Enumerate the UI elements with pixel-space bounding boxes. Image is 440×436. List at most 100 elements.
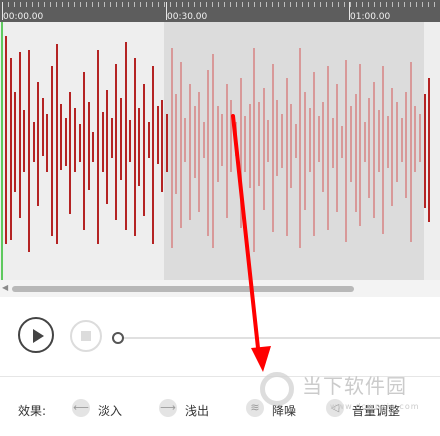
timeline-minor-tick	[98, 2, 99, 7]
waveform-bar	[331, 118, 334, 168]
waveform-bar	[64, 118, 67, 166]
timeline-minor-tick	[290, 2, 291, 7]
timeline-minor-tick	[116, 2, 117, 7]
timeline-minor-tick	[164, 2, 165, 7]
scroll-thumb[interactable]	[12, 286, 354, 292]
watermark-logo-icon	[260, 372, 294, 406]
timeline-ruler[interactable]: 00:00.00 00:30.00 01:00.00	[0, 0, 440, 22]
waveform-bar	[207, 70, 210, 236]
waveform-bar	[23, 110, 26, 172]
arrow-left-icon: ⟵	[72, 399, 90, 417]
waveform-bar	[253, 48, 256, 252]
timeline-minor-tick	[410, 2, 411, 7]
timeline-minor-tick	[176, 2, 177, 7]
timeline-minor-tick	[434, 2, 435, 7]
playhead[interactable]	[1, 22, 3, 280]
waveform-bar	[281, 114, 283, 168]
timeline-minor-tick	[158, 2, 159, 7]
waveform-bar	[106, 90, 109, 204]
timeline-minor-tick	[338, 2, 339, 7]
timeline-minor-tick	[44, 2, 45, 7]
waveform-bar	[166, 114, 168, 172]
waveform-bar	[32, 122, 35, 162]
timeline-minor-tick	[308, 2, 309, 7]
waveform-bar	[37, 82, 40, 206]
timeline-minor-tick	[398, 2, 399, 7]
waveform-bar	[51, 66, 53, 236]
fade-out-label: 浅出	[185, 404, 210, 418]
waveform-bar	[308, 108, 311, 172]
timeline-minor-tick	[104, 2, 105, 7]
waveform-bar	[175, 94, 178, 194]
timeline-minor-tick	[278, 2, 279, 7]
timeline-minor-tick	[374, 2, 375, 7]
timeline-minor-tick	[266, 2, 267, 7]
waveform-bar	[60, 104, 63, 170]
waveform-bar	[133, 58, 136, 236]
waveform-bar	[230, 100, 233, 172]
waveform-bar	[9, 58, 12, 240]
waveform-bar	[78, 124, 81, 162]
waveform-bar	[313, 72, 316, 236]
arrow-right-icon: ⟶	[159, 399, 177, 417]
waveform-bar	[225, 84, 228, 218]
scroll-left-icon[interactable]: ◀	[2, 283, 8, 293]
waveform-bar	[46, 114, 49, 172]
timeline-label-30s: 00:30.00	[167, 12, 208, 22]
timeline-minor-tick	[320, 2, 321, 7]
waveform-bar	[28, 50, 30, 252]
timeline-minor-tick	[332, 2, 333, 7]
waveform-bar	[262, 88, 265, 210]
waveform-bar	[345, 60, 348, 242]
stop-button[interactable]	[70, 320, 102, 352]
waveform-bar	[179, 62, 182, 228]
timeline-minor-tick	[224, 2, 225, 7]
timeline-minor-tick	[134, 2, 135, 7]
stop-icon	[81, 331, 91, 341]
waveform-bar	[419, 114, 421, 162]
timeline-minor-tick	[188, 2, 189, 7]
speaker-icon: ◁	[326, 399, 344, 417]
waveform-bar	[198, 92, 201, 212]
timeline-minor-tick	[422, 2, 423, 7]
waveform-bar	[147, 122, 150, 158]
waveform-bar	[221, 114, 224, 166]
waveform-bar	[156, 106, 159, 164]
waveform-bar	[101, 112, 104, 172]
waveform-bar	[391, 88, 394, 206]
waveform-bar	[193, 106, 196, 178]
timeline-minor-tick	[272, 2, 273, 7]
volume-adjust-label: 音量调整	[352, 404, 401, 418]
timeline-minor-tick	[110, 2, 111, 7]
waveform-bar	[340, 126, 343, 158]
playback-progress-track[interactable]	[118, 337, 440, 339]
timeline-minor-tick	[428, 2, 429, 7]
timeline-minor-tick	[14, 2, 15, 7]
timeline-minor-tick	[362, 2, 363, 7]
waveform-area[interactable]	[0, 22, 440, 280]
waveform-bar	[110, 118, 113, 158]
timeline-minor-tick	[326, 2, 327, 7]
waveform-bar	[184, 118, 187, 162]
waveform-bar	[276, 100, 279, 176]
timeline-minor-tick	[284, 2, 285, 7]
timeline-minor-tick	[26, 2, 27, 7]
timeline-minor-tick	[404, 2, 405, 7]
waveform-bar	[386, 116, 389, 168]
timeline-minor-tick	[128, 2, 129, 7]
timeline-minor-tick	[248, 2, 249, 7]
timeline-minor-tick	[254, 2, 255, 7]
timeline-minor-tick	[92, 2, 93, 7]
playback-progress-knob[interactable]	[112, 332, 124, 344]
waveform-bar	[294, 124, 297, 158]
timeline-minor-tick	[314, 2, 315, 7]
waveform-bar	[189, 84, 191, 220]
horizontal-scrollbar[interactable]: ◀	[0, 280, 440, 297]
timeline-minor-tick	[86, 2, 87, 7]
timeline-minor-tick	[50, 2, 51, 7]
waveform-bar	[5, 36, 7, 244]
timeline-minor-tick	[356, 2, 357, 7]
play-button[interactable]	[18, 317, 54, 353]
timeline-minor-tick	[146, 2, 147, 7]
timeline-minor-tick	[182, 2, 183, 7]
